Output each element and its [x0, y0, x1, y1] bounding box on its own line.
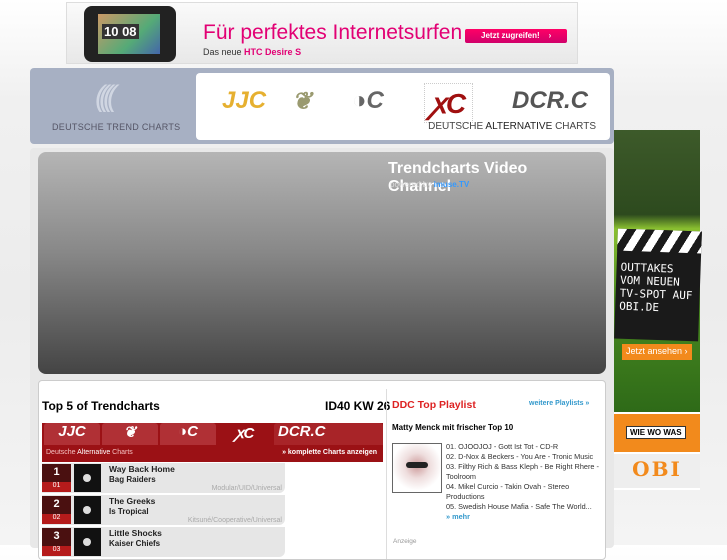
artist: Is Tropical: [109, 507, 149, 516]
full-charts-link[interactable]: » komplette Charts anzeigen: [282, 449, 377, 456]
top-banner-ad[interactable]: 10 08 Für perfektes Internetsurfen Das n…: [66, 2, 578, 64]
rank: 1 01: [42, 464, 71, 492]
main-panel: Trendcharts Video Channel powered by imu…: [30, 148, 614, 560]
logo-dac[interactable]: ꭗC: [424, 83, 474, 123]
watch-now-button[interactable]: Jetzt ansehen ›: [622, 344, 692, 360]
previous-rank: 02: [42, 514, 71, 524]
site-header: (((( DEUTSCHE TREND CHARTS JJC ❦ ◑C ꭗC D…: [30, 68, 614, 144]
tab-dhc[interactable]: ❦: [102, 423, 158, 445]
rank: 3 03: [42, 528, 71, 556]
ad-cta-button[interactable]: Jetzt zugreifen! ›: [465, 29, 567, 43]
top5-week: ID40 KW 26: [325, 399, 391, 413]
rank: 2 02: [42, 496, 71, 524]
tab-ddc[interactable]: JJC: [44, 423, 100, 445]
chart-tabs: JJC ❦ ◑C ꭗC DCR.C Deutsche Alternative C…: [42, 423, 383, 462]
content-box: Top 5 of Trendcharts ID40 KW 26 JJC ❦ ◑C…: [38, 380, 606, 560]
active-chart-name: DEUTSCHE ALTERNATIVE CHARTS: [428, 121, 596, 132]
brand-logo-icon: ((((: [95, 80, 117, 113]
logo-dhc[interactable]: ❦: [292, 87, 312, 116]
column-divider: [386, 389, 387, 559]
cover-image: [74, 528, 101, 556]
ad-image: OUTTAKES VOM NEUEN TV-SPOT AUF OBI.DE Je…: [614, 130, 702, 412]
dj-photo[interactable]: [392, 443, 442, 493]
side-ad-obi[interactable]: OUTTAKES VOM NEUEN TV-SPOT AUF OBI.DE Je…: [614, 130, 702, 490]
tab-dac[interactable]: ꭗC: [218, 423, 272, 445]
tab-dcrc[interactable]: DCR.C: [274, 423, 383, 445]
clapperboard-image: OUTTAKES VOM NEUEN TV-SPOT AUF OBI.DE: [614, 228, 702, 342]
phone-image: 10 08: [84, 6, 176, 62]
brand-name[interactable]: DEUTSCHE TREND CHARTS: [52, 122, 180, 132]
song-title: Little Shocks: [109, 528, 162, 538]
artist: Kaiser Chiefs: [109, 539, 161, 548]
logo-dcc[interactable]: ◑C: [352, 87, 384, 115]
logo-ddc[interactable]: JJC: [222, 87, 266, 115]
video-player[interactable]: Trendcharts Video Channel powered by imu…: [38, 152, 606, 374]
more-link[interactable]: » mehr: [446, 512, 606, 522]
track-item: 05. Swedish House Mafia - Safe The World…: [446, 502, 592, 511]
ad-subline: Das neue HTC Desire S: [203, 47, 302, 57]
playlist-subtitle[interactable]: Matty Menck mit frischer Top 10: [392, 423, 513, 432]
playlist-tracks: 01. OJOOJOJ - Gott Ist Tot - CD-R 02. D-…: [446, 442, 606, 522]
chart-name: Deutsche Alternative Charts: [46, 449, 133, 456]
chart-row[interactable]: 3 03 Little Shocks Kaiser Chiefs: [42, 527, 285, 557]
playlist-title: DDC Top Playlist: [392, 399, 476, 411]
imuse-link[interactable]: imuse.TV: [434, 180, 470, 189]
track-item: 02. D-Nox & Beckers - You Are - Tronic M…: [446, 452, 594, 461]
wie-wo-was-logo: WIE WO WAS: [614, 414, 700, 452]
track-item: 03. Filthy Rich & Bass Kleph - Be Right …: [446, 462, 599, 481]
track-item: 01. OJOOJOJ - Gott Ist Tot - CD-R: [446, 442, 559, 451]
ad-label: Anzeige: [393, 538, 417, 545]
top5-title: Top 5 of Trendcharts: [42, 399, 160, 413]
chart-logos: JJC ❦ ◑C ꭗC DCR.C DEUTSCHE ALTERNATIVE C…: [196, 73, 610, 140]
video-powered-by: powered by imuse.TV: [390, 180, 470, 189]
previous-rank: 03: [42, 546, 71, 556]
record-label: Modular/UID/Universal: [211, 485, 282, 492]
record-label: Kitsuné/Cooperative/Universal: [187, 517, 282, 524]
video-title: Trendcharts Video Channel: [388, 160, 528, 195]
more-playlists-link[interactable]: weitere Playlists »: [529, 400, 589, 407]
cover-image: [74, 496, 101, 524]
tab-dcc[interactable]: ◑C: [160, 423, 216, 445]
cover-image: [74, 464, 101, 492]
chart-row[interactable]: 2 02 The Greeks Is Tropical Kitsuné/Coope…: [42, 495, 285, 525]
ad-headline: Für perfektes Internetsurfen: [203, 21, 463, 44]
artist: Bag Raiders: [109, 475, 156, 484]
chart-row[interactable]: 1 01 Way Back Home Bag Raiders Modular/UI…: [42, 463, 285, 493]
logo-dcrc[interactable]: DCR.C: [512, 87, 588, 115]
song-title: Way Back Home: [109, 464, 175, 474]
song-title: The Greeks: [109, 496, 156, 506]
previous-rank: 01: [42, 482, 71, 492]
obi-logo: OBI: [614, 454, 700, 488]
track-item: 04. Mikel Curcio - Takin Ovah - Stereo P…: [446, 482, 570, 501]
